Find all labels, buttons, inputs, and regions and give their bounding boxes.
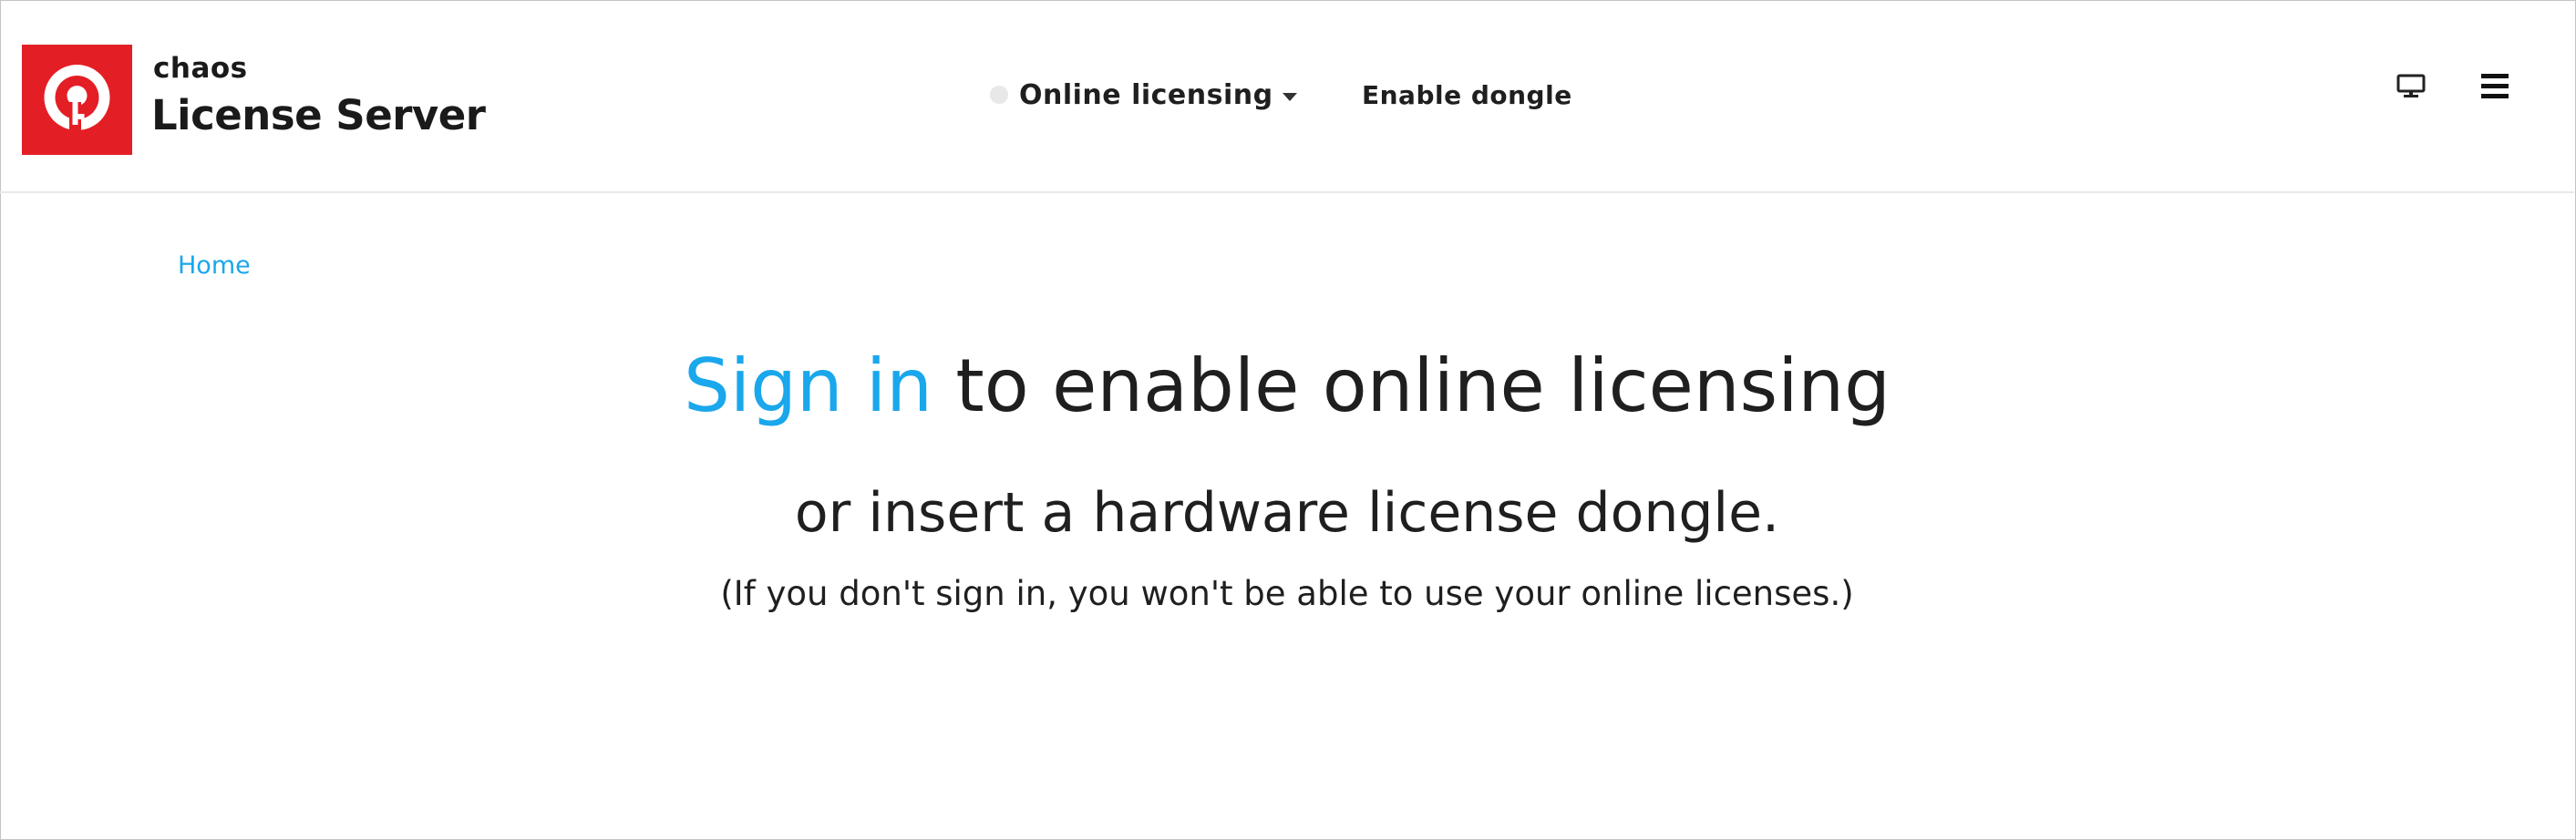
online-licensing-dropdown[interactable]: Online licensing xyxy=(990,77,1297,113)
headline-text: to enable online licensing xyxy=(932,343,1891,428)
enable-dongle-link[interactable]: Enable dongle xyxy=(1362,77,1572,113)
hamburger-menu-icon xyxy=(2481,74,2509,98)
monitor-icon xyxy=(2396,74,2426,97)
brand-title: License Server xyxy=(151,91,486,139)
status-dot-icon xyxy=(990,86,1008,104)
chaos-logo[interactable] xyxy=(22,45,132,155)
page-title: Sign in to enable online licensing xyxy=(0,346,2574,426)
caret-down-icon xyxy=(1282,92,1297,101)
sign-in-link[interactable]: Sign in xyxy=(684,343,933,428)
monitor-button[interactable] xyxy=(2396,73,2427,100)
info-note: (If you don't sign in, you won't be able… xyxy=(720,574,1854,613)
brand-small-text: chaos xyxy=(153,52,248,85)
online-licensing-label: Online licensing xyxy=(1019,78,1273,111)
header-bar: chaos License Server Online licensing En… xyxy=(0,0,2574,193)
key-icon xyxy=(44,65,110,132)
subtitle: or insert a hardware license dongle. xyxy=(794,481,1780,545)
menu-button[interactable] xyxy=(2479,71,2510,102)
breadcrumb-home[interactable]: Home xyxy=(178,251,251,280)
